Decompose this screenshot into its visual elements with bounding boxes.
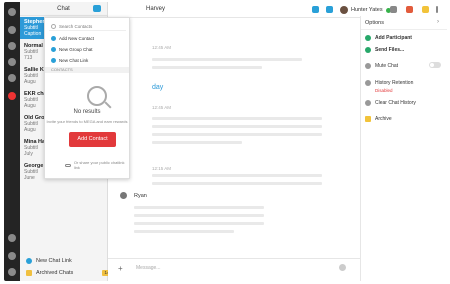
archive-icon bbox=[365, 116, 371, 122]
archive-folder-icon bbox=[26, 270, 32, 276]
new-chat-link-label: New Chat Link bbox=[36, 258, 72, 264]
add-participant-icon bbox=[365, 35, 371, 41]
divider bbox=[361, 29, 447, 30]
chat-icon[interactable] bbox=[8, 92, 16, 100]
link-icon bbox=[26, 258, 32, 264]
chat-link-icon bbox=[51, 58, 56, 63]
chat-list-title: Chat bbox=[57, 5, 70, 12]
clear-history-icon bbox=[365, 100, 371, 106]
message-line bbox=[152, 117, 322, 120]
search-icon[interactable] bbox=[390, 6, 397, 13]
more-menu-icon[interactable] bbox=[436, 6, 438, 13]
message-line bbox=[152, 141, 242, 144]
message-line bbox=[134, 222, 264, 225]
group-chat-icon bbox=[51, 47, 56, 52]
send-files-button[interactable]: Send Files... bbox=[365, 47, 404, 53]
user-avatar bbox=[340, 6, 348, 14]
history-retention-label: History Retention bbox=[375, 80, 414, 86]
settings-icon[interactable] bbox=[8, 252, 16, 260]
conversation-title: Harvey bbox=[146, 6, 166, 12]
contacts-icon[interactable] bbox=[8, 74, 16, 82]
message-timestamp: 12:15 AM bbox=[152, 166, 172, 171]
mega-logo-icon[interactable] bbox=[8, 8, 16, 16]
search-icon bbox=[51, 23, 56, 29]
rubbish-bin-icon[interactable] bbox=[8, 234, 16, 242]
new-chat-link-item[interactable]: New Chat Link bbox=[51, 58, 88, 63]
history-icon bbox=[365, 80, 371, 86]
archive-label: Archive bbox=[375, 116, 392, 122]
logout-icon[interactable] bbox=[8, 268, 16, 276]
collapse-icon[interactable]: › bbox=[437, 19, 439, 25]
message-avatar bbox=[120, 192, 127, 199]
message-composer[interactable]: + Message... bbox=[108, 258, 360, 278]
add-contact-button[interactable]: Add Contact bbox=[69, 132, 116, 147]
new-chat-icon[interactable] bbox=[93, 5, 101, 12]
bell-icon bbox=[365, 63, 371, 69]
search-placeholder: Search Contacts bbox=[59, 23, 93, 29]
message-line bbox=[152, 133, 322, 136]
message-timestamp: 12:45 AM bbox=[152, 105, 172, 110]
message-line bbox=[152, 174, 322, 177]
notifications-icon[interactable] bbox=[422, 6, 429, 13]
options-panel: Options › Add Participant Send Files... … bbox=[360, 16, 447, 281]
message-line bbox=[152, 58, 302, 61]
mute-chat-row: Mute Chat bbox=[365, 63, 398, 69]
history-retention-button[interactable]: History Retention bbox=[365, 80, 413, 86]
share-chatlink[interactable]: Or share your public chatlink link bbox=[65, 160, 129, 170]
clear-history-label: Clear Chat History bbox=[375, 100, 416, 106]
new-group-chat-item[interactable]: New Group Chat bbox=[51, 47, 93, 52]
cloud-drive-icon[interactable] bbox=[8, 26, 16, 34]
message-input[interactable]: Message... bbox=[136, 265, 160, 271]
add-attachment-icon[interactable]: + bbox=[118, 264, 123, 273]
message-line bbox=[152, 66, 262, 69]
send-files-label: Send Files... bbox=[375, 47, 405, 53]
send-files-icon bbox=[365, 47, 371, 53]
no-results-text: No results bbox=[73, 109, 101, 115]
mute-chat-toggle[interactable] bbox=[429, 62, 441, 68]
message-line bbox=[134, 206, 264, 209]
menu-item-label: New Chat Link bbox=[59, 58, 89, 63]
conversation-pane: Harvey Hunter Yates 12:45 AM day 12:45 A… bbox=[108, 2, 446, 281]
add-new-contact-item[interactable]: Add New Contact bbox=[51, 36, 94, 41]
add-participant-label: Add Participant bbox=[375, 35, 412, 41]
message-line bbox=[152, 182, 322, 185]
contact-search-input[interactable]: Search Contacts bbox=[49, 22, 126, 31]
archived-chats-button[interactable]: Archived Chats 14 bbox=[26, 270, 112, 276]
contacts-section-label: CONTACTS bbox=[45, 67, 129, 73]
message-line bbox=[152, 125, 322, 128]
menu-item-label: Add New Contact bbox=[59, 36, 95, 41]
menu-item-label: New Group Chat bbox=[59, 47, 93, 52]
link-icon bbox=[65, 163, 71, 167]
video-icon[interactable] bbox=[326, 6, 333, 13]
add-contact-icon bbox=[51, 36, 56, 41]
message-line bbox=[134, 230, 234, 233]
magnifier-handle bbox=[104, 101, 112, 109]
user-menu[interactable]: Hunter Yates bbox=[340, 6, 391, 14]
history-retention-status: Disabled bbox=[375, 88, 393, 93]
left-rail bbox=[4, 2, 20, 281]
mute-chat-label: Mute Chat bbox=[375, 63, 399, 69]
archive-button[interactable]: Archive bbox=[365, 116, 392, 122]
add-participant-button[interactable]: Add Participant bbox=[365, 35, 412, 41]
phone-icon[interactable] bbox=[312, 6, 319, 13]
day-separator: day bbox=[152, 84, 164, 91]
invite-text: Invite your friends to MEGA and earn rew… bbox=[46, 119, 128, 124]
archived-chats-label: Archived Chats bbox=[36, 270, 74, 276]
new-chat-link-button[interactable]: New Chat Link bbox=[26, 258, 72, 264]
share-text: Or share your public chatlink link bbox=[73, 160, 125, 170]
shared-items-icon[interactable] bbox=[8, 58, 16, 66]
rocket-icon[interactable] bbox=[406, 6, 413, 13]
chat-list-header: Chat bbox=[20, 2, 107, 16]
clear-history-button[interactable]: Clear Chat History bbox=[365, 100, 416, 106]
message-timestamp: 12:45 AM bbox=[152, 45, 172, 50]
options-title: Options bbox=[365, 20, 384, 26]
emoji-icon[interactable] bbox=[339, 264, 346, 271]
new-chat-dropdown: Search Contacts Add New Contact New Grou… bbox=[44, 17, 130, 179]
message-author: Ryan bbox=[134, 193, 147, 199]
message-line bbox=[134, 214, 264, 217]
user-name: Hunter Yates bbox=[351, 7, 383, 13]
photos-icon[interactable] bbox=[8, 42, 16, 50]
